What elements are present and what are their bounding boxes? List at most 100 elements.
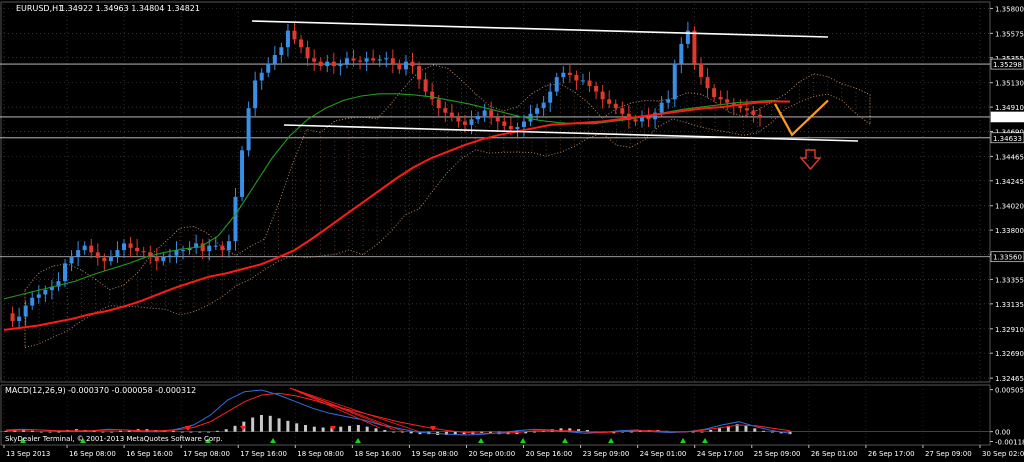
candle-body bbox=[476, 115, 481, 120]
candle-body bbox=[122, 243, 127, 251]
candle-body bbox=[423, 79, 428, 92]
trading-chart[interactable]: 1.358001.355751.353551.351301.349101.346… bbox=[0, 0, 1024, 462]
candle-body bbox=[482, 110, 487, 116]
candle-body bbox=[377, 59, 382, 61]
copyright-watermark: SkyDealer Terminal, © 2001-2013 MetaQuot… bbox=[5, 435, 223, 443]
price-tick-label: 1.34245 bbox=[995, 178, 1024, 186]
price-tick-label: 1.35800 bbox=[995, 5, 1024, 13]
time-tick-label: 16 Sep 08:00 bbox=[69, 450, 116, 458]
macd-histogram-bar bbox=[110, 431, 114, 433]
price-tick-label: 1.32910 bbox=[995, 326, 1024, 334]
candle-body bbox=[646, 117, 651, 120]
candle-body bbox=[371, 58, 376, 61]
macd-histogram-bar bbox=[30, 430, 34, 432]
candle-body bbox=[659, 102, 664, 113]
time-tick-label: 23 Sep 09:00 bbox=[583, 450, 630, 458]
candle-body bbox=[240, 150, 245, 197]
candle-body bbox=[305, 47, 310, 59]
macd-histogram-bar bbox=[321, 427, 325, 432]
candle-body bbox=[246, 108, 251, 151]
symbol-label: EURUSD,H1 bbox=[16, 4, 63, 13]
macd-histogram-bar bbox=[215, 430, 219, 432]
macd-tick-label: 0.00505 bbox=[995, 387, 1024, 395]
price-tick-label: 1.34020 bbox=[995, 203, 1024, 211]
price-level-box-label: 1.35298 bbox=[993, 61, 1022, 69]
macd-histogram-bar bbox=[198, 431, 202, 433]
candle-body bbox=[220, 245, 225, 251]
candle-body bbox=[76, 250, 81, 257]
macd-histogram-bar bbox=[180, 431, 184, 433]
price-level-box-label: 1.34821 bbox=[993, 114, 1022, 122]
candle-body bbox=[115, 250, 120, 257]
candle-body bbox=[351, 58, 356, 61]
macd-histogram-bar bbox=[744, 425, 748, 432]
candle-body bbox=[213, 245, 218, 247]
macd-label: MACD(12,26,9) bbox=[5, 386, 66, 395]
candle-body bbox=[620, 108, 625, 114]
time-tick-label: 24 Sep 01:00 bbox=[640, 450, 687, 458]
candle-body bbox=[508, 125, 513, 130]
candle-body bbox=[751, 110, 756, 115]
candle-body bbox=[692, 30, 697, 64]
candle-body bbox=[666, 99, 671, 103]
candle-body bbox=[698, 63, 703, 78]
candle-body bbox=[135, 247, 140, 252]
candle-body bbox=[331, 61, 336, 67]
time-tick-label: 30 Sep 02:00 bbox=[982, 450, 1024, 458]
candle-body bbox=[738, 105, 743, 109]
time-tick-label: 19 Sep 08:00 bbox=[411, 450, 458, 458]
candle-body bbox=[390, 58, 395, 64]
macd-histogram-bar bbox=[718, 428, 722, 432]
candle-body bbox=[607, 99, 612, 104]
candle-body bbox=[574, 74, 579, 81]
candle-body bbox=[456, 117, 461, 122]
candle-body bbox=[312, 58, 317, 62]
candle-body bbox=[43, 289, 48, 295]
candle-body bbox=[259, 72, 264, 81]
candle-body bbox=[594, 86, 599, 92]
candle-body bbox=[63, 263, 68, 282]
macd-histogram-bar bbox=[268, 415, 272, 432]
candle-body bbox=[384, 58, 389, 60]
candle-body bbox=[495, 117, 500, 122]
macd-histogram-bar bbox=[189, 431, 193, 433]
candle-body bbox=[181, 250, 186, 252]
candle-body bbox=[272, 54, 277, 64]
macd-histogram-bar bbox=[691, 431, 695, 433]
candle-body bbox=[17, 316, 22, 322]
candle-body bbox=[521, 121, 526, 128]
macd-histogram-bar bbox=[39, 431, 43, 433]
macd-histogram-bar bbox=[251, 417, 255, 432]
candle-body bbox=[535, 108, 540, 114]
candle-body bbox=[705, 77, 710, 89]
price-tick-label: 1.32690 bbox=[995, 350, 1024, 358]
price-tick-label: 1.33135 bbox=[995, 301, 1024, 309]
time-tick-label: 20 Sep 00:00 bbox=[468, 450, 515, 458]
candle-body bbox=[633, 119, 638, 122]
price-tick-label: 1.33800 bbox=[995, 227, 1024, 235]
candle-body bbox=[23, 305, 28, 317]
price-level-box-label: 1.34633 bbox=[993, 135, 1022, 143]
candle-body bbox=[712, 88, 717, 98]
price-tick-label: 1.34465 bbox=[995, 153, 1024, 161]
candle-body bbox=[36, 294, 41, 298]
macd-histogram-bar bbox=[383, 430, 387, 432]
candle-body bbox=[430, 91, 435, 100]
macd-histogram-bar bbox=[762, 430, 766, 432]
macd-tick-label: -0.00118 bbox=[995, 439, 1024, 447]
macd-histogram-bar bbox=[224, 429, 228, 432]
macd-histogram-bar bbox=[339, 426, 343, 432]
candle-body bbox=[718, 97, 723, 100]
macd-histogram-bar bbox=[770, 431, 774, 433]
candle-body bbox=[285, 30, 290, 48]
candle-body bbox=[417, 66, 422, 80]
macd-histogram-bar bbox=[365, 426, 369, 432]
time-tick-label: 18 Sep 16:00 bbox=[354, 450, 401, 458]
candle-body bbox=[679, 43, 684, 64]
candle-body bbox=[207, 245, 212, 252]
macd-tick-label: 0.00 bbox=[995, 429, 1011, 437]
macd-histogram-bar bbox=[348, 425, 352, 432]
macd-histogram-bar bbox=[286, 420, 290, 432]
time-tick-label: 17 Sep 08:00 bbox=[183, 450, 230, 458]
candle-body bbox=[299, 39, 304, 48]
